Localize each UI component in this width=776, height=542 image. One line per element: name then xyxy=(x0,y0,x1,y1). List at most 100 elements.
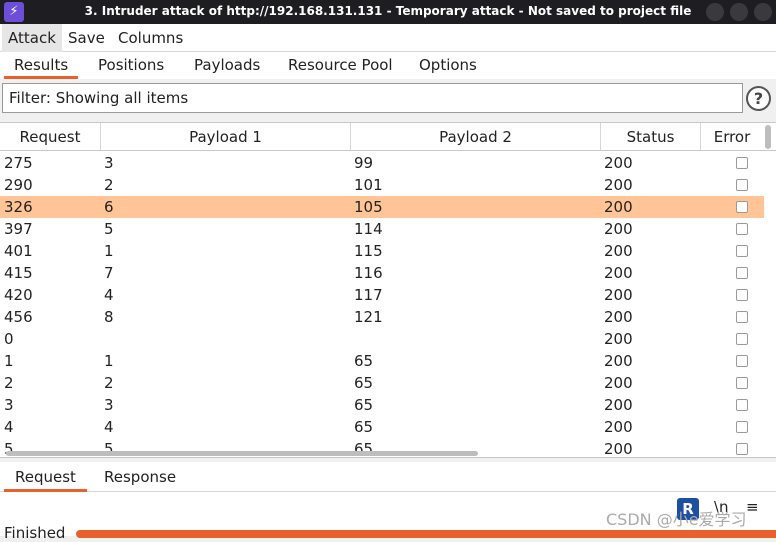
cell-request: 397 xyxy=(4,220,33,238)
menu-save[interactable]: Save xyxy=(62,24,111,52)
table-row[interactable]: 0 200 xyxy=(0,328,764,350)
error-checkbox[interactable] xyxy=(736,421,748,433)
table-row[interactable]: 456 8 121 200 xyxy=(0,306,764,328)
cell-status: 200 xyxy=(604,418,633,436)
tab-response[interactable]: Response xyxy=(94,462,186,492)
cell-payload-1: 2 xyxy=(104,374,114,392)
cell-payload-1: 7 xyxy=(104,264,114,282)
cell-payload-1: 1 xyxy=(104,352,114,370)
table-row[interactable]: 1 1 65 200 xyxy=(0,350,764,372)
cell-payload-1: 8 xyxy=(104,308,114,326)
cell-request: 456 xyxy=(4,308,33,326)
error-checkbox[interactable] xyxy=(736,201,748,213)
cell-payload-1: 1 xyxy=(104,242,114,260)
table-row[interactable]: 4 4 65 200 xyxy=(0,416,764,438)
tab-results[interactable]: Results xyxy=(4,52,79,79)
watermark: CSDN @小e爱学习 xyxy=(606,510,747,529)
tab-resource-pool[interactable]: Resource Pool xyxy=(278,52,403,79)
error-checkbox[interactable] xyxy=(736,245,748,257)
cell-request: 290 xyxy=(4,176,33,194)
tab-positions[interactable]: Positions xyxy=(88,52,174,79)
cell-payload-2: 116 xyxy=(354,264,383,282)
maximize-button[interactable] xyxy=(730,3,748,21)
cell-payload-2: 65 xyxy=(354,418,374,436)
cell-payload-1: 4 xyxy=(104,286,114,304)
cell-payload-1: 3 xyxy=(104,396,114,414)
cell-status: 200 xyxy=(604,176,633,194)
cell-status: 200 xyxy=(604,308,633,326)
table-row[interactable]: 401 1 115 200 xyxy=(0,240,764,262)
cell-status: 200 xyxy=(604,286,633,304)
column-error[interactable]: Error xyxy=(701,123,763,151)
column-payload-1[interactable]: Payload 1 xyxy=(101,123,351,151)
table-row[interactable]: 415 7 116 200 xyxy=(0,262,764,284)
column-request[interactable]: Request xyxy=(0,123,101,151)
error-checkbox[interactable] xyxy=(736,311,748,323)
cell-payload-1: 3 xyxy=(104,154,114,172)
cell-payload-2: 99 xyxy=(354,154,374,172)
cell-status: 200 xyxy=(604,154,633,172)
table-row[interactable]: 290 2 101 200 xyxy=(0,174,764,196)
cell-payload-1: 5 xyxy=(104,220,114,238)
table-header: Request Payload 1 Payload 2 Status Error xyxy=(0,123,776,151)
tab-bar: Results Positions Payloads Resource Pool… xyxy=(0,52,776,79)
cell-request: 420 xyxy=(4,286,33,304)
error-checkbox[interactable] xyxy=(736,179,748,191)
tab-payloads[interactable]: Payloads xyxy=(184,52,270,79)
menu-icon[interactable]: ≡ xyxy=(746,498,759,516)
table-row[interactable]: 275 3 99 200 xyxy=(0,152,764,174)
cell-request: 0 xyxy=(4,330,14,348)
error-checkbox[interactable] xyxy=(736,355,748,367)
close-button[interactable] xyxy=(754,3,772,21)
window-titlebar: ⚡ 3. Intruder attack of http://192.168.1… xyxy=(0,0,776,24)
menu-bar: Attack Save Columns xyxy=(0,24,776,52)
error-checkbox[interactable] xyxy=(736,443,748,455)
cell-status: 200 xyxy=(604,352,633,370)
error-checkbox[interactable] xyxy=(736,289,748,301)
tab-options[interactable]: Options xyxy=(409,52,487,79)
cell-payload-2: 65 xyxy=(354,374,374,392)
table-row[interactable]: 3 3 65 200 xyxy=(0,394,764,416)
column-status[interactable]: Status xyxy=(601,123,701,151)
cell-request: 2 xyxy=(4,374,14,392)
table-row[interactable]: 397 5 114 200 xyxy=(0,218,764,240)
cell-request: 275 xyxy=(4,154,33,172)
cell-status: 200 xyxy=(604,242,633,260)
cell-payload-1: 2 xyxy=(104,176,114,194)
status-text: Finished xyxy=(4,524,66,542)
cell-request: 4 xyxy=(4,418,14,436)
tab-request[interactable]: Request xyxy=(4,462,87,492)
menu-attack[interactable]: Attack xyxy=(2,24,62,52)
cell-payload-2: 117 xyxy=(354,286,383,304)
table-row[interactable]: 2 2 65 200 xyxy=(0,372,764,394)
cell-status: 200 xyxy=(604,264,633,282)
error-checkbox[interactable] xyxy=(736,267,748,279)
window-title: 3. Intruder attack of http://192.168.131… xyxy=(84,4,692,18)
cell-status: 200 xyxy=(604,440,633,458)
cell-payload-2: 105 xyxy=(354,198,383,216)
cell-status: 200 xyxy=(604,220,633,238)
error-checkbox[interactable] xyxy=(736,333,748,345)
error-checkbox[interactable] xyxy=(736,157,748,169)
table-row[interactable]: 326 6 105 200 xyxy=(0,196,764,218)
table-row[interactable]: 420 4 117 200 xyxy=(0,284,764,306)
error-checkbox[interactable] xyxy=(736,399,748,411)
cell-status: 200 xyxy=(604,198,633,216)
column-payload-2[interactable]: Payload 2 xyxy=(351,123,601,151)
vertical-scrollbar[interactable] xyxy=(765,125,771,149)
cell-status: 200 xyxy=(604,330,633,348)
minimize-button[interactable] xyxy=(706,3,724,21)
cell-status: 200 xyxy=(604,396,633,414)
cell-request: 3 xyxy=(4,396,14,414)
error-checkbox[interactable] xyxy=(736,223,748,235)
cell-payload-1: 4 xyxy=(104,418,114,436)
help-icon[interactable]: ? xyxy=(746,86,771,111)
error-checkbox[interactable] xyxy=(736,377,748,389)
menu-columns[interactable]: Columns xyxy=(112,24,189,52)
cell-status: 200 xyxy=(604,374,633,392)
cell-request: 401 xyxy=(4,242,33,260)
filter-bar[interactable]: Filter: Showing all items xyxy=(2,83,743,113)
cell-payload-2: 121 xyxy=(354,308,383,326)
cell-request: 326 xyxy=(4,198,33,216)
horizontal-scrollbar[interactable] xyxy=(6,451,478,456)
